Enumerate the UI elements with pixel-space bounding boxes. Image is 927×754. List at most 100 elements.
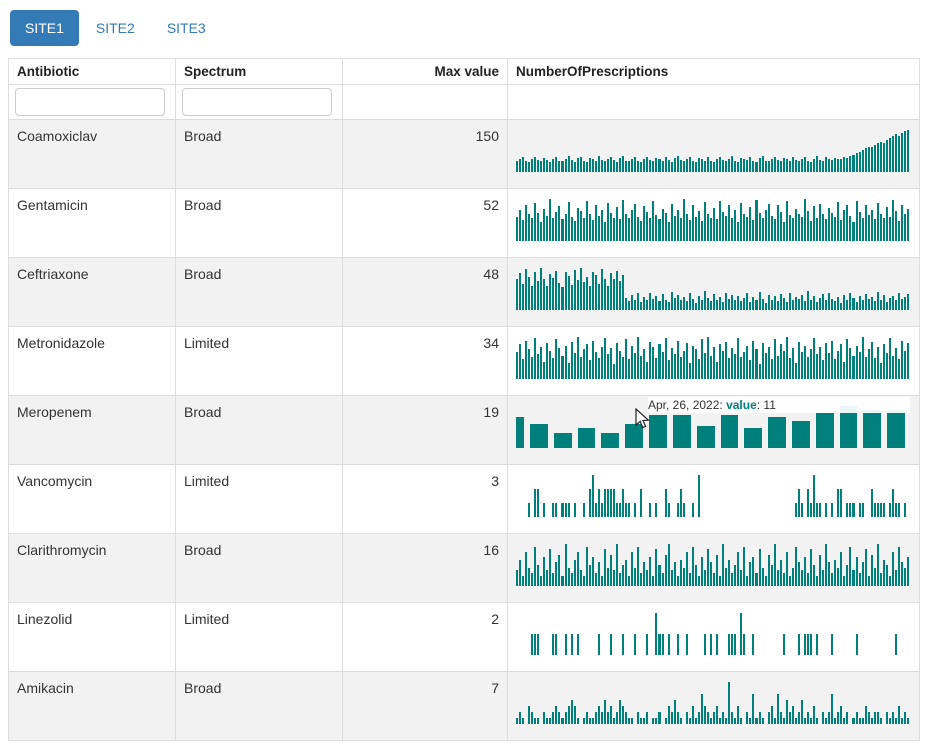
tooltip-label: value xyxy=(726,398,757,412)
sparkline-bar xyxy=(662,634,664,655)
sparkline-bar xyxy=(774,296,776,310)
sparkline-bar xyxy=(904,214,906,241)
sparkline-chart[interactable] xyxy=(516,682,911,724)
sparkline-chart[interactable] xyxy=(516,268,911,310)
sparkline-bar xyxy=(619,503,621,517)
sparkline-bar xyxy=(680,357,682,379)
sparkline-bar xyxy=(843,157,845,172)
sparkline-bar xyxy=(852,155,854,172)
sparkline-bar xyxy=(677,576,679,587)
sparkline-bar xyxy=(789,358,791,379)
sparkline-bar xyxy=(604,338,606,379)
sparkline-bar xyxy=(583,161,585,172)
sparkline-bar xyxy=(801,295,803,310)
sparkline-bar xyxy=(825,157,827,172)
sparkline-bar xyxy=(546,160,548,172)
sparkline-bar xyxy=(528,349,530,379)
sparkline-bar xyxy=(516,217,518,241)
sparkline-bar xyxy=(607,159,609,172)
sparkline-bar xyxy=(658,344,660,379)
sparkline-chart[interactable] xyxy=(516,337,911,379)
sparkline-bar xyxy=(792,421,810,448)
sparkline-bar xyxy=(886,207,888,241)
sparkline-bar xyxy=(704,570,706,586)
sparkline-bar xyxy=(713,294,715,310)
column-header-max-value: Max value xyxy=(343,59,508,85)
sparkline-bar xyxy=(780,560,782,586)
sparkline-chart[interactable] xyxy=(516,613,911,655)
sparkline-bar xyxy=(528,162,530,172)
sparkline-bar xyxy=(589,214,591,241)
sparkline-bar xyxy=(825,718,827,724)
sparkline-chart[interactable] xyxy=(516,199,911,241)
sparkline-bar xyxy=(740,613,742,655)
sparkline-bar xyxy=(549,162,551,172)
header-row: AntibioticSpectrumMax valueNumberOfPresc… xyxy=(9,59,920,85)
sparkline-bar xyxy=(859,718,861,724)
sparkline-bar xyxy=(774,219,776,241)
sparkline-bar xyxy=(777,694,779,724)
sparkline-bar xyxy=(516,161,518,172)
max-value-cell: 150 xyxy=(343,120,508,189)
sparkline-bar xyxy=(840,303,842,310)
prescriptions-cell xyxy=(508,189,920,258)
sparkline-bar xyxy=(598,284,600,310)
sparkline-bar xyxy=(592,475,594,517)
sparkline-bar xyxy=(877,143,879,172)
sparkline-bar xyxy=(625,339,627,379)
sparkline-bar xyxy=(674,354,676,379)
sparkline-bar xyxy=(528,277,530,310)
table-row: VancomycinLimited3 xyxy=(9,465,920,534)
sparkline-bar xyxy=(558,206,560,241)
sparkline-chart[interactable] xyxy=(516,475,911,517)
sparkline-bar xyxy=(752,341,754,379)
sparkline-bar xyxy=(555,503,557,517)
sparkline-bar xyxy=(622,200,624,241)
sparkline-bar xyxy=(771,216,773,241)
sparkline-bar xyxy=(540,576,542,587)
sparkline-bar xyxy=(671,162,673,172)
sparkline-bar xyxy=(613,364,615,379)
sparkline-bar xyxy=(886,302,888,310)
sparkline-chart[interactable] xyxy=(516,544,911,586)
sparkline-bar xyxy=(640,356,642,379)
sparkline-bar xyxy=(701,694,703,724)
sparkline-bar xyxy=(825,343,827,379)
sparkline-bar xyxy=(795,718,797,724)
sparkline-bar xyxy=(810,162,812,172)
sparkline-bar xyxy=(604,700,606,724)
sparkline-bar xyxy=(831,634,833,655)
sparkline-bar xyxy=(574,503,576,517)
sparkline-bar xyxy=(561,161,563,172)
antibiotic-filter-input[interactable] xyxy=(15,88,165,116)
sparkline-bar xyxy=(892,356,894,379)
max-value-cell: 2 xyxy=(343,603,508,672)
tab-site2[interactable]: SITE2 xyxy=(81,10,150,46)
sparkline-bar xyxy=(704,161,706,172)
tab-site1[interactable]: SITE1 xyxy=(10,10,79,46)
sparkline-bar xyxy=(625,298,627,310)
sparkline-bar xyxy=(578,428,596,448)
sparkline-bar xyxy=(825,300,827,310)
sparkline-bar xyxy=(628,503,630,517)
sparkline-bar xyxy=(780,294,782,310)
sparkline-bar xyxy=(877,712,879,724)
sparkline-bar xyxy=(859,352,861,379)
sparkline-bar xyxy=(649,415,667,448)
sparkline-bar xyxy=(856,302,858,310)
sparkline-bar xyxy=(613,218,615,241)
sparkline-bar xyxy=(571,573,573,586)
sparkline-bar xyxy=(577,208,579,241)
sparkline-bar xyxy=(601,347,603,379)
sparkline-bar xyxy=(622,706,624,724)
sparkline-chart[interactable] xyxy=(516,130,911,172)
spectrum-filter-input[interactable] xyxy=(182,88,332,116)
sparkline-bar xyxy=(868,712,870,724)
sparkline-bar xyxy=(755,573,757,586)
sparkline-bar xyxy=(537,281,539,310)
tab-site3[interactable]: SITE3 xyxy=(152,10,221,46)
sparkline-bar xyxy=(728,159,730,172)
sparkline-bar xyxy=(740,357,742,379)
sparkline-bar xyxy=(692,346,694,379)
sparkline-bar xyxy=(804,346,806,379)
